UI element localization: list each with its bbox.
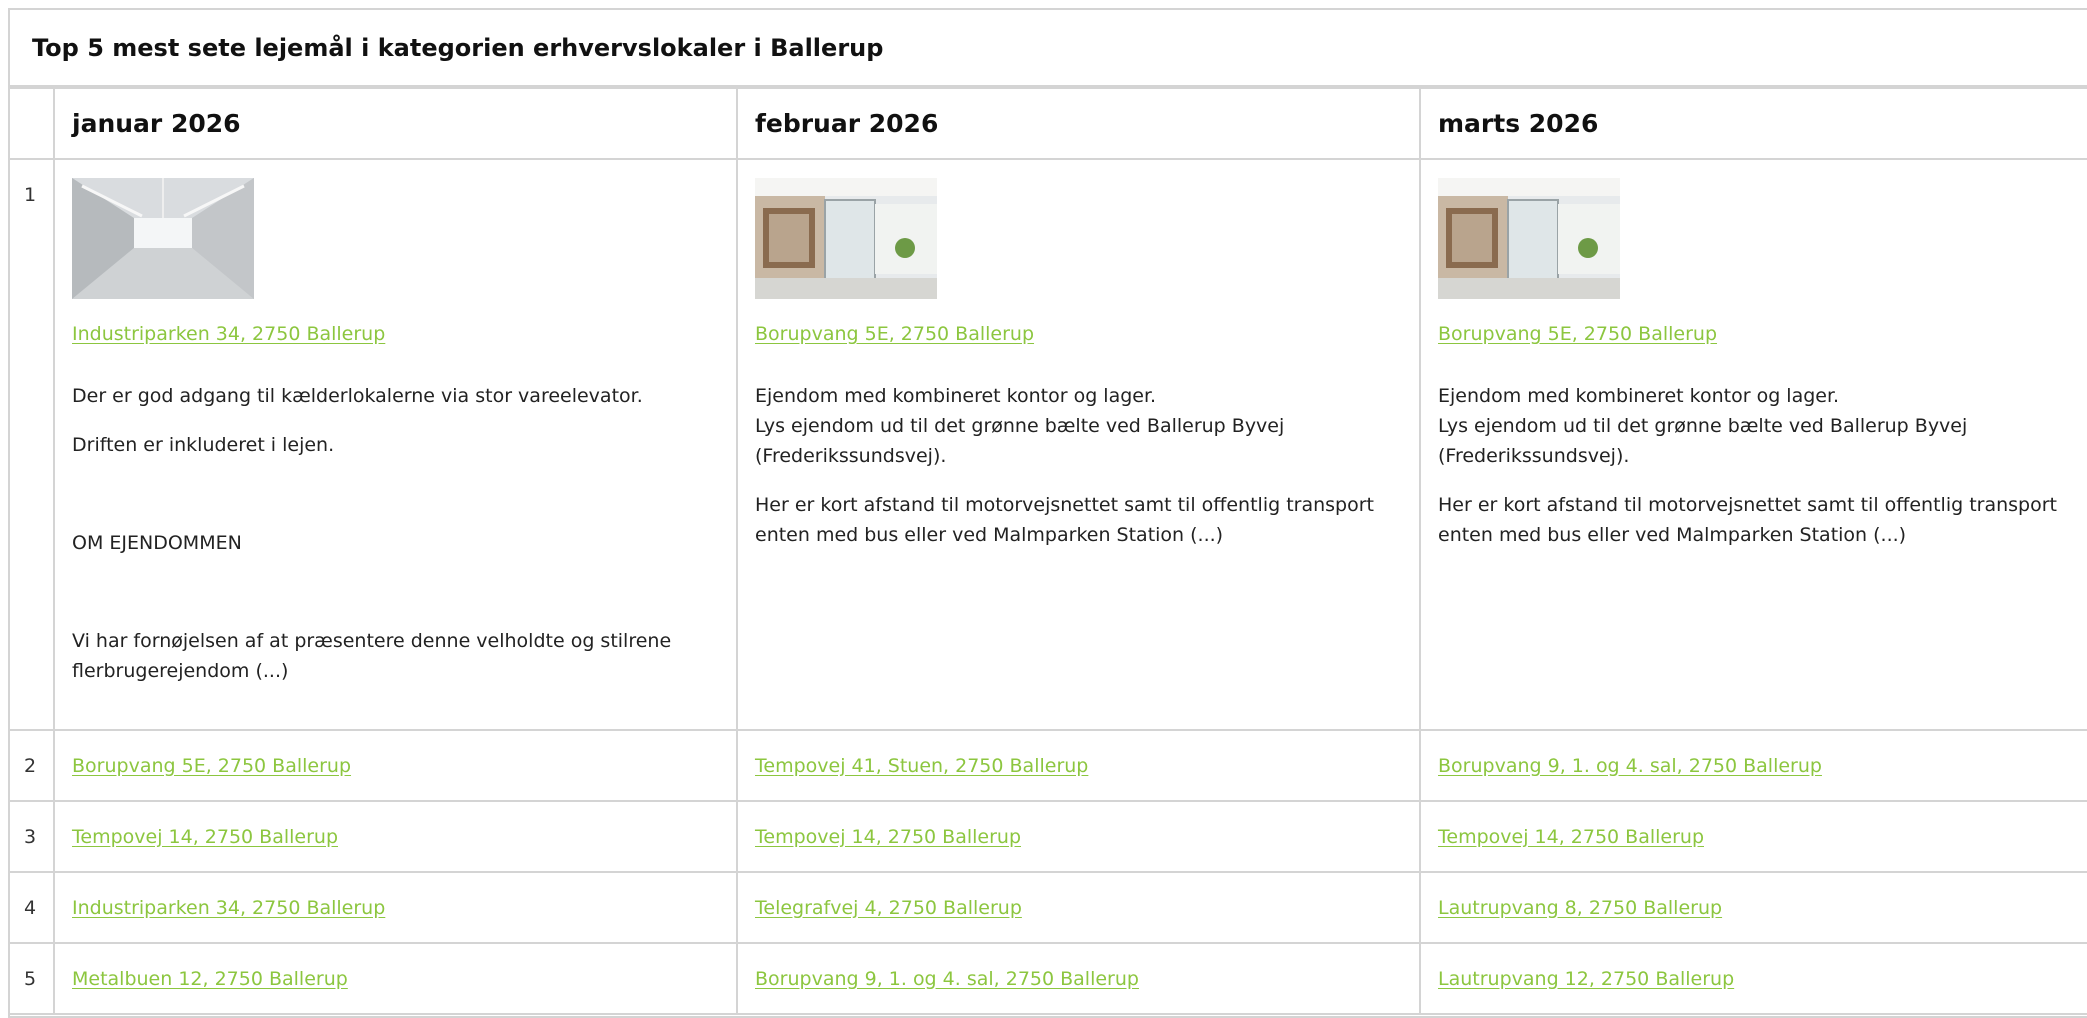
description-text: Driften er inkluderet i lejen. — [72, 434, 335, 456]
listing-link[interactable]: Tempovej 41, Stuen, 2750 Ballerup — [755, 755, 1088, 777]
rank-number: 3 — [10, 800, 55, 873]
listing-link[interactable]: Telegrafvej 4, 2750 Ballerup — [755, 897, 1022, 919]
listing-cell: Metalbuen 12, 2750 Ballerup — [53, 942, 738, 1015]
listing-cell: Telegrafvej 4, 2750 Ballerup — [736, 871, 1421, 944]
description-text: Lys ejendom ud til det grønne bælte ved … — [755, 415, 1285, 467]
month-header: januar 2026 — [53, 87, 738, 160]
listing-cell: Tempovej 14, 2750 Ballerup — [736, 800, 1421, 873]
description-text: Her er kort afstand til motorvejsnettet … — [1438, 494, 2058, 546]
listing-link[interactable]: Lautrupvang 12, 2750 Ballerup — [1438, 968, 1734, 990]
listing-link[interactable]: Industriparken 34, 2750 Ballerup — [72, 323, 385, 345]
rank-number: 4 — [10, 871, 55, 944]
listing-cell: Industriparken 34, 2750 Ballerup — [53, 871, 738, 944]
description-text: Her er kort afstand til motorvejsnettet … — [755, 494, 1375, 546]
description-text: Der er god adgang til kælderlokalerne vi… — [72, 385, 643, 407]
listing-thumbnail[interactable] — [755, 178, 937, 299]
top5-panel: Top 5 mest sete lejemål i kategorien erh… — [8, 8, 2087, 1018]
panel-header: Top 5 mest sete lejemål i kategorien erh… — [10, 10, 2087, 87]
table-row: 2 Borupvang 5E, 2750 Ballerup Tempovej 4… — [10, 729, 2087, 802]
listing-description: Der er god adgang til kælderlokalerne vi… — [72, 381, 722, 686]
listing-link[interactable]: Borupvang 5E, 2750 Ballerup — [755, 323, 1034, 345]
listing-cell: Industriparken 34, 2750 Ballerup Der er … — [53, 158, 738, 731]
description-text: OM EJENDOMMEN — [72, 532, 242, 554]
month-header: februar 2026 — [736, 87, 1421, 160]
table-row: 1 Industriparken 34, 2750 Ballerup Der e… — [10, 158, 2087, 731]
listing-cell: Lautrupvang 8, 2750 Ballerup — [1419, 871, 2087, 944]
listing-link[interactable]: Borupvang 9, 1. og 4. sal, 2750 Ballerup — [1438, 755, 1822, 777]
listing-cell: Tempovej 14, 2750 Ballerup — [53, 800, 738, 873]
listing-link[interactable]: Tempovej 14, 2750 Ballerup — [72, 826, 338, 848]
listing-link[interactable]: Metalbuen 12, 2750 Ballerup — [72, 968, 348, 990]
listing-link[interactable]: Tempovej 14, 2750 Ballerup — [755, 826, 1021, 848]
listing-cell: Borupvang 9, 1. og 4. sal, 2750 Ballerup — [1419, 729, 2087, 802]
listing-description: Ejendom med kombineret kontor og lager. … — [1438, 381, 2087, 550]
listing-link[interactable]: Borupvang 5E, 2750 Ballerup — [72, 755, 351, 777]
listing-cell: Tempovej 41, Stuen, 2750 Ballerup — [736, 729, 1421, 802]
table-row: 4 Industriparken 34, 2750 Ballerup Teleg… — [10, 871, 2087, 944]
listing-description: Ejendom med kombineret kontor og lager. … — [755, 381, 1405, 550]
listing-link[interactable]: Industriparken 34, 2750 Ballerup — [72, 897, 385, 919]
description-text: Ejendom med kombineret kontor og lager. — [1438, 385, 1840, 407]
month-header: marts 2026 — [1419, 87, 2087, 160]
listing-cell: Lautrupvang 12, 2750 Ballerup — [1419, 942, 2087, 1015]
top5-table: januar 2026 februar 2026 marts 2026 1 In… — [10, 87, 2087, 1015]
listing-cell: Borupvang 5E, 2750 Ballerup Ejendom med … — [736, 158, 1421, 731]
rank-header — [10, 87, 55, 160]
description-text: Lys ejendom ud til det grønne bælte ved … — [1438, 415, 1968, 467]
header-row: januar 2026 februar 2026 marts 2026 — [10, 87, 2087, 160]
listing-cell: Tempovej 14, 2750 Ballerup — [1419, 800, 2087, 873]
listing-cell: Borupvang 5E, 2750 Ballerup — [53, 729, 738, 802]
listing-thumbnail[interactable] — [72, 178, 254, 299]
listing-cell: Borupvang 9, 1. og 4. sal, 2750 Ballerup — [736, 942, 1421, 1015]
listing-thumbnail[interactable] — [1438, 178, 1620, 299]
listing-link[interactable]: Lautrupvang 8, 2750 Ballerup — [1438, 897, 1722, 919]
rank-number: 2 — [10, 729, 55, 802]
panel-title: Top 5 mest sete lejemål i kategorien erh… — [32, 33, 884, 62]
listing-link[interactable]: Borupvang 9, 1. og 4. sal, 2750 Ballerup — [755, 968, 1139, 990]
table-row: 5 Metalbuen 12, 2750 Ballerup Borupvang … — [10, 942, 2087, 1015]
rank-number: 1 — [10, 158, 55, 731]
description-text: Ejendom med kombineret kontor og lager. — [755, 385, 1157, 407]
listing-cell: Borupvang 5E, 2750 Ballerup Ejendom med … — [1419, 158, 2087, 731]
listing-link[interactable]: Borupvang 5E, 2750 Ballerup — [1438, 323, 1717, 345]
table-row: 3 Tempovej 14, 2750 Ballerup Tempovej 14… — [10, 800, 2087, 873]
rank-number: 5 — [10, 942, 55, 1015]
listing-link[interactable]: Tempovej 14, 2750 Ballerup — [1438, 826, 1704, 848]
description-text: Vi har fornøjelsen af at præsentere denn… — [72, 630, 672, 682]
